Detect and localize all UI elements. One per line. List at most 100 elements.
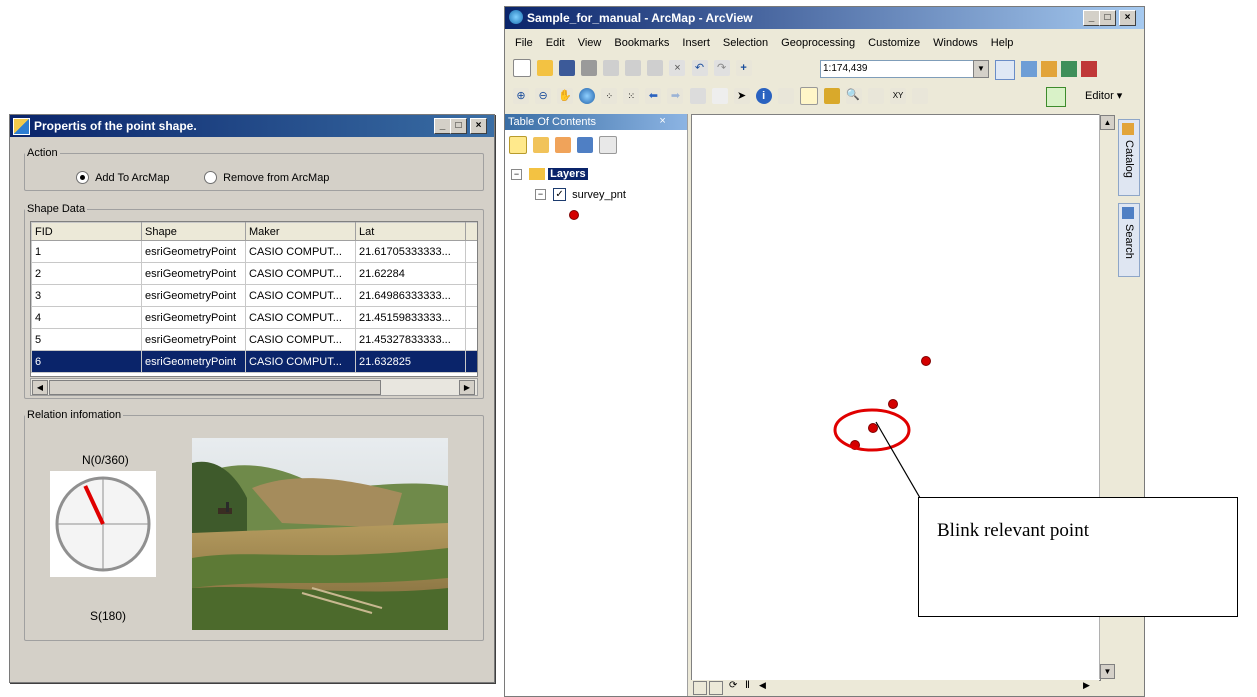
options-icon[interactable] bbox=[599, 136, 618, 154]
table-cell[interactable]: 4 bbox=[31, 306, 142, 329]
menu-item-insert[interactable]: Insert bbox=[682, 37, 710, 49]
table-cell[interactable]: 21.64986333333... bbox=[355, 284, 466, 307]
menu-item-view[interactable]: View bbox=[578, 37, 602, 49]
column-header[interactable] bbox=[465, 222, 477, 241]
forward-extent-icon[interactable]: ➡ bbox=[667, 88, 684, 104]
go-to-xy-icon[interactable]: XY bbox=[890, 88, 907, 104]
remove-from-arcmap-radio[interactable]: Remove from ArcMap bbox=[204, 171, 329, 184]
table-cell[interactable]: esriGeometryPoint bbox=[141, 284, 246, 307]
zoom-out-icon[interactable]: ⊖ bbox=[535, 88, 552, 104]
table-row[interactable]: 2 esriGeometryPoint CASIO COMPUT... 21.6228… bbox=[31, 262, 477, 285]
table-cell[interactable]: 6 bbox=[31, 350, 142, 373]
scroll-thumb[interactable] bbox=[49, 380, 381, 395]
print-icon[interactable] bbox=[581, 60, 598, 76]
column-header[interactable]: Shape bbox=[141, 222, 246, 241]
html-popup-icon[interactable] bbox=[799, 87, 818, 105]
measure-icon[interactable] bbox=[823, 88, 840, 104]
toc-pin-icon[interactable]: × bbox=[655, 115, 665, 127]
table-row[interactable]: 1 esriGeometryPoint CASIO COMPUT... 21.6170… bbox=[31, 240, 477, 263]
list-by-selection-icon[interactable] bbox=[577, 137, 594, 153]
redo-icon[interactable]: ↷ bbox=[713, 60, 730, 76]
table-cell[interactable] bbox=[465, 262, 477, 285]
table-cell[interactable]: 21.62284 bbox=[355, 262, 466, 285]
create-viewer-icon[interactable] bbox=[1046, 87, 1066, 107]
menu-item-customize[interactable]: Customize bbox=[868, 37, 920, 49]
delete-icon[interactable]: × bbox=[669, 60, 686, 76]
menu-item-file[interactable]: File bbox=[515, 37, 533, 49]
fixed-zoom-out-icon[interactable]: ⁙ bbox=[623, 88, 640, 104]
layer-visibility-checkbox[interactable]: ✓ bbox=[553, 188, 567, 201]
minimize-button[interactable]: _ bbox=[434, 118, 451, 134]
table-cell[interactable]: 21.632825 bbox=[355, 350, 466, 373]
scroll-left-arrow-icon[interactable]: ◀ bbox=[32, 380, 48, 395]
arc-close-button[interactable]: × bbox=[1119, 10, 1136, 26]
arc-maximize-button[interactable]: □ bbox=[1099, 10, 1116, 26]
identify-icon[interactable]: i bbox=[755, 88, 772, 104]
list-by-drawing-order-icon[interactable] bbox=[509, 136, 527, 154]
table-cell[interactable]: 5 bbox=[31, 328, 142, 351]
catalog-tab[interactable]: Catalog bbox=[1118, 119, 1140, 196]
arc-minimize-button[interactable]: _ bbox=[1083, 10, 1100, 26]
list-by-source-icon[interactable] bbox=[533, 137, 550, 153]
table-cell[interactable]: 1 bbox=[31, 240, 142, 263]
select-elements-icon[interactable]: ➤ bbox=[733, 88, 750, 104]
table-cell[interactable] bbox=[465, 306, 477, 329]
menu-item-edit[interactable]: Edit bbox=[546, 37, 565, 49]
save-icon[interactable] bbox=[559, 60, 576, 76]
add-data-icon[interactable]: + bbox=[735, 60, 752, 76]
search-tab[interactable]: Search bbox=[1118, 203, 1140, 277]
scale-dropdown-icon[interactable]: ▼ bbox=[973, 60, 989, 78]
menu-item-bookmarks[interactable]: Bookmarks bbox=[614, 37, 669, 49]
pan-icon[interactable]: ✋ bbox=[557, 88, 574, 104]
table-cell[interactable]: 2 bbox=[31, 262, 142, 285]
table-row[interactable]: 4 esriGeometryPoint CASIO COMPUT... 21.4515… bbox=[31, 306, 477, 329]
back-extent-icon[interactable]: ⬅ bbox=[645, 88, 662, 104]
table-row[interactable]: 6 esriGeometryPoint CASIO COMPUT... 21.6328… bbox=[31, 350, 477, 373]
layout-view-icon[interactable] bbox=[709, 681, 723, 695]
map-scale-input[interactable]: 1:174,439 bbox=[820, 60, 974, 78]
data-view-icon[interactable] bbox=[693, 681, 707, 695]
python-icon[interactable] bbox=[1081, 61, 1097, 77]
layer-survey-pnt[interactable]: − ✓ survey_pnt bbox=[535, 188, 626, 201]
table-cell[interactable]: 21.61705333333... bbox=[355, 240, 466, 263]
table-cell[interactable]: 3 bbox=[31, 284, 142, 307]
table-cell[interactable] bbox=[465, 284, 477, 307]
full-extent-icon[interactable] bbox=[579, 88, 596, 104]
table-cell[interactable]: esriGeometryPoint bbox=[141, 306, 246, 329]
table-cell[interactable]: 21.45159833333... bbox=[355, 306, 466, 329]
scroll-right-arrow-icon[interactable]: ▶ bbox=[1083, 680, 1090, 691]
table-row[interactable]: 3 esriGeometryPoint CASIO COMPUT... 21.6498… bbox=[31, 284, 477, 307]
scroll-left-arrow-icon[interactable]: ◀ bbox=[759, 680, 766, 691]
table-cell[interactable]: esriGeometryPoint bbox=[141, 240, 246, 263]
new-document-icon[interactable] bbox=[513, 59, 531, 77]
zoom-in-icon[interactable]: ⊕ bbox=[513, 88, 529, 104]
menu-item-windows[interactable]: Windows bbox=[933, 37, 978, 49]
undo-icon[interactable]: ↶ bbox=[691, 60, 708, 76]
clear-selection-icon[interactable] bbox=[711, 88, 728, 104]
cut-icon[interactable] bbox=[603, 60, 620, 76]
table-cell[interactable] bbox=[465, 350, 477, 373]
collapse-icon[interactable]: − bbox=[535, 189, 546, 200]
collapse-icon[interactable]: − bbox=[511, 168, 522, 180]
shape-data-grid[interactable]: FID Shape Maker Lat 1 esriGeometryPoint CASIO… bbox=[30, 221, 478, 377]
column-header[interactable]: Lat bbox=[355, 222, 466, 241]
fixed-zoom-in-icon[interactable]: ⁘ bbox=[601, 88, 618, 104]
table-cell[interactable]: CASIO COMPUT... bbox=[245, 328, 356, 351]
arctoolbox-icon[interactable] bbox=[1061, 61, 1077, 77]
table-cell[interactable]: 21.45327833333... bbox=[355, 328, 466, 351]
close-button[interactable]: × bbox=[470, 118, 487, 134]
table-row[interactable]: 5 esriGeometryPoint CASIO COMPUT... 21.4532… bbox=[31, 328, 477, 351]
column-header[interactable]: Maker bbox=[245, 222, 356, 241]
scroll-down-arrow-icon[interactable]: ▼ bbox=[1100, 664, 1115, 679]
hyperlink-icon[interactable] bbox=[777, 88, 794, 104]
pause-drawing-icon[interactable]: Ⅱ bbox=[745, 680, 750, 691]
add-to-arcmap-radio[interactable]: Add To ArcMap bbox=[76, 171, 169, 184]
time-slider-icon[interactable] bbox=[912, 88, 929, 104]
open-folder-icon[interactable] bbox=[537, 60, 554, 76]
horizontal-scrollbar[interactable]: ◀ ▶ bbox=[30, 378, 478, 396]
table-cell[interactable]: esriGeometryPoint bbox=[141, 350, 246, 373]
catalog-window-icon[interactable] bbox=[1041, 61, 1057, 77]
scroll-right-arrow-icon[interactable]: ▶ bbox=[459, 380, 475, 395]
table-cell[interactable]: esriGeometryPoint bbox=[141, 328, 246, 351]
table-cell[interactable] bbox=[465, 240, 477, 263]
